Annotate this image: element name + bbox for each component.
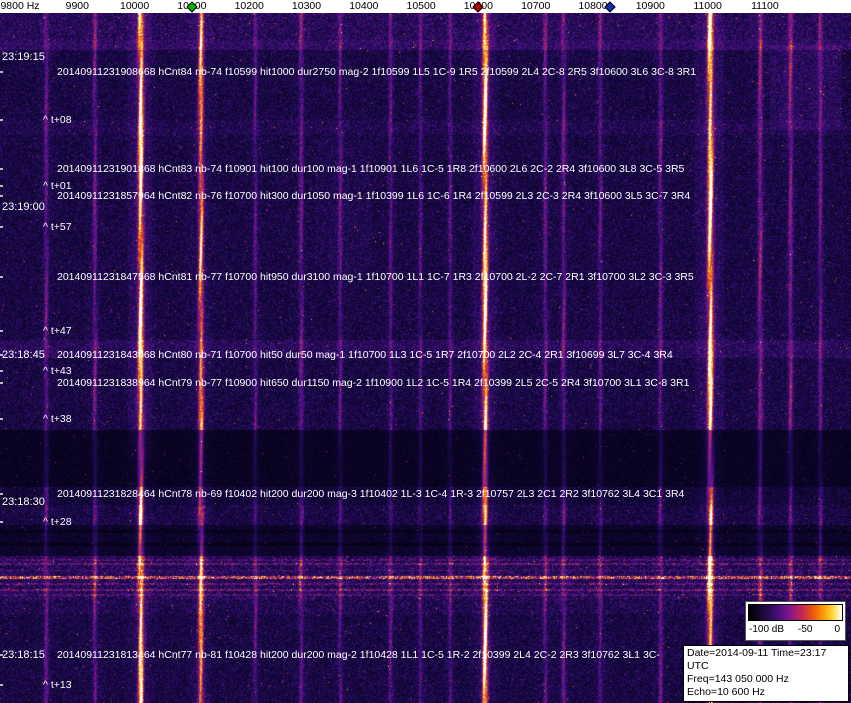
left-edge-tick	[0, 330, 3, 332]
time-label: 23:19:00	[2, 201, 45, 213]
left-edge-tick	[0, 493, 3, 495]
legend-min-label: -100 dB	[749, 624, 785, 635]
time-label: 23:18:45	[2, 349, 45, 361]
colorbar-labels: -100 dB -50 0	[746, 623, 845, 640]
left-edge-tick	[0, 521, 3, 523]
time-offset-mark: ^ t+43	[43, 365, 72, 377]
time-offset-mark: ^ t+57	[43, 221, 72, 233]
left-edge-tick	[0, 418, 3, 420]
time-offset-mark: ^ t+28	[43, 516, 72, 528]
frequency-axis: 9800 Hz990010000101001020010300104001050…	[0, 0, 851, 13]
freq-tick-label: 10300	[291, 0, 322, 12]
time-offset-mark: ^ t+13	[43, 679, 72, 691]
detection-log-line: 20140911231847568 hCnt81 nb-77 f10700 hi…	[57, 271, 694, 283]
colorbar-legend: -100 dB -50 0	[745, 601, 846, 641]
freq-tick-label: 11100	[751, 0, 779, 12]
freq-tick-label: 10500	[406, 0, 436, 12]
time-label: 23:18:30	[2, 496, 45, 508]
left-edge-tick	[0, 354, 3, 356]
left-edge-tick	[0, 276, 3, 278]
freq-tick-label: 10400	[349, 0, 379, 12]
freq-tick-label: 11000	[693, 0, 722, 12]
info-echo-line: Echo=10 600 Hz	[687, 686, 765, 698]
annotation-overlay: 23:19:15 23:19:00 23:18:45 23:18:30 23:18:15…	[0, 0, 851, 703]
detection-log-line: 20140911231857964 hCnt82 nb-76 f10700 hi…	[57, 190, 691, 202]
left-edge-tick	[0, 185, 3, 187]
spectrogram-app: 9800 Hz990010000101001020010300104001050…	[0, 0, 851, 703]
detection-log-line: 20140911231843068 hCnt80 nb-71 f10700 hi…	[57, 349, 673, 361]
detection-log-line: 20140911231813464 hCnt77 nb-81 f10428 hi…	[57, 649, 660, 661]
detection-log-line: 20140911231838964 hCnt79 nb-77 f10900 hi…	[57, 377, 690, 389]
colorbar-gradient	[748, 604, 843, 621]
freq-tick-label: 10200	[234, 0, 264, 12]
left-edge-tick	[0, 168, 3, 170]
time-label: 23:18:15	[2, 649, 45, 661]
freq-tick-label: 10700	[521, 0, 551, 12]
left-edge-tick	[0, 370, 3, 372]
time-label: 23:19:15	[2, 51, 45, 63]
freq-tick-label: 9900	[65, 0, 89, 12]
freq-tick-label: 10000	[119, 0, 150, 12]
detection-log-line: 20140911231901868 hCnt83 nb-74 f10901 hi…	[57, 163, 685, 175]
left-edge-tick	[0, 382, 3, 384]
freq-tick-label: 10900	[635, 0, 665, 12]
legend-max-label: 0	[834, 624, 840, 635]
left-edge-tick	[0, 684, 3, 686]
detection-log-line: 20140911231828464 hCnt78 nb-69 f10402 hi…	[57, 488, 685, 500]
left-edge-tick	[0, 119, 3, 121]
time-offset-mark: ^ t+38	[43, 413, 72, 425]
left-edge-tick	[0, 195, 3, 197]
detection-log-line: 20140911231908668 hCnt84 nb-74 f10599 hi…	[57, 66, 697, 78]
left-edge-tick	[0, 71, 3, 73]
time-offset-mark: ^ t+08	[43, 114, 72, 126]
info-freq-line: Freq=143 050 000 Hz	[687, 673, 789, 685]
left-edge-tick	[0, 654, 3, 656]
info-station-line: HPHK	[687, 699, 845, 703]
freq-tick-label: 9800 Hz	[0, 0, 40, 12]
legend-mid-label: -50	[798, 624, 813, 635]
left-edge-tick	[0, 226, 3, 228]
time-offset-mark: ^ t+47	[43, 325, 72, 337]
status-info-box: Date=2014-09-11 Time=23:17 UTC Freq=143 …	[683, 645, 849, 703]
info-date-line: Date=2014-09-11 Time=23:17 UTC	[687, 647, 827, 672]
